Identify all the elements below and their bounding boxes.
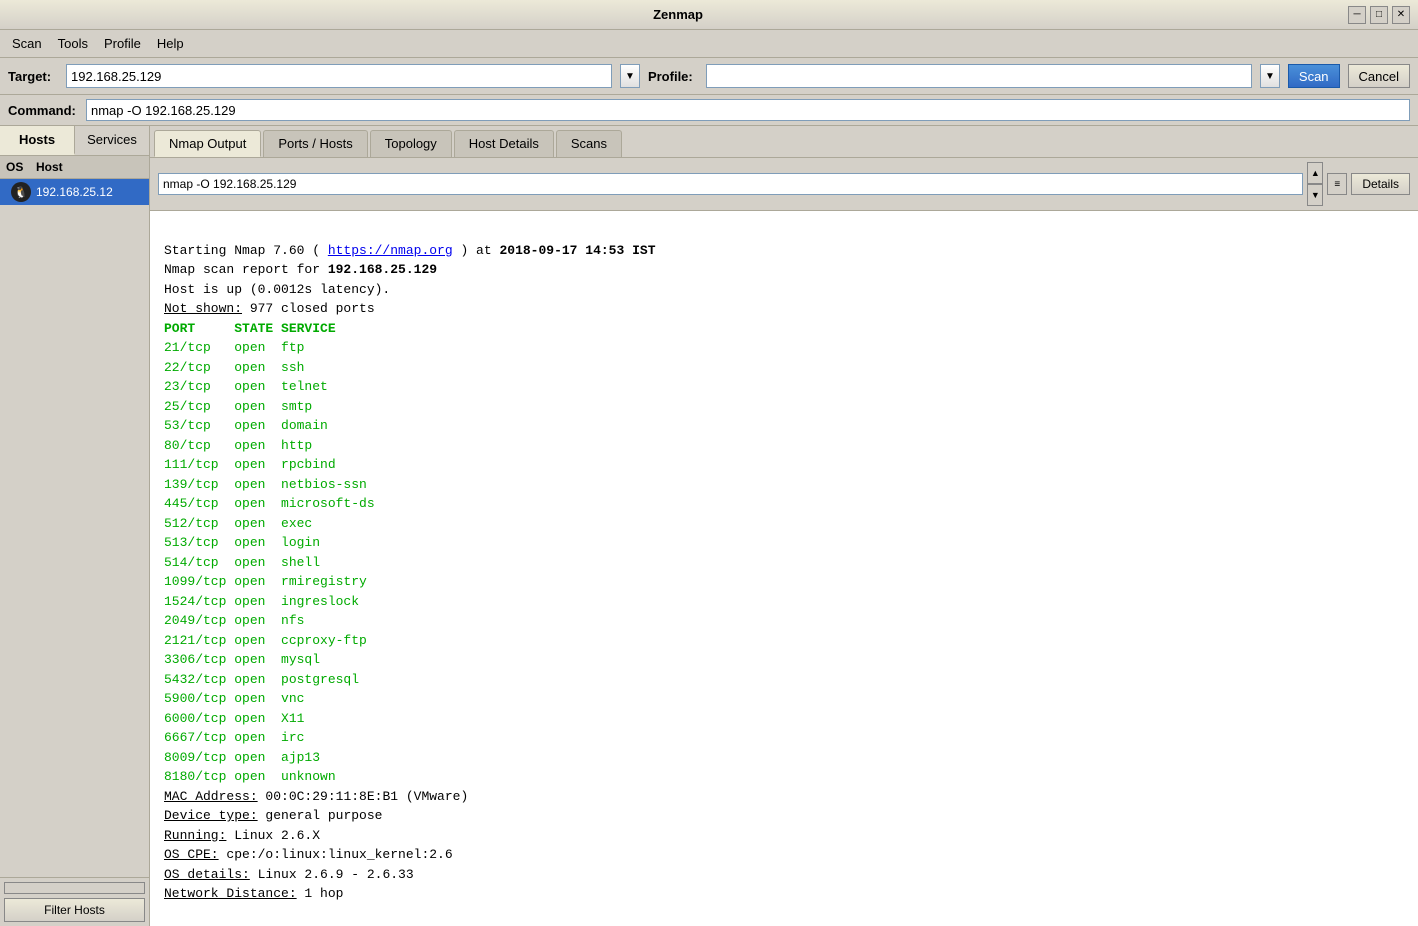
profile-label: Profile: [648, 69, 698, 84]
tab-services[interactable]: Services [75, 126, 149, 155]
spinner-down-button[interactable]: ▼ [1307, 184, 1323, 206]
menu-scan[interactable]: Scan [4, 33, 50, 54]
host-list-item[interactable]: 🐧 192.168.25.12 [0, 179, 149, 205]
command-input[interactable] [86, 99, 1410, 121]
target-label: Target: [8, 69, 58, 84]
right-panel: Nmap Output Ports / Hosts Topology Host … [150, 126, 1418, 926]
output-toolbar: ▲ ▼ ≡ Details [150, 158, 1418, 211]
minimize-button[interactable]: ─ [1348, 6, 1366, 24]
left-panel-bottom: Filter Hosts [0, 877, 149, 926]
close-button[interactable]: ✕ [1392, 6, 1410, 24]
menu-profile[interactable]: Profile [96, 33, 149, 54]
window-controls: ─ □ ✕ [1348, 6, 1410, 24]
menu-tools[interactable]: Tools [50, 33, 96, 54]
profile-input[interactable] [706, 64, 1252, 88]
tab-scans[interactable]: Scans [556, 130, 622, 157]
target-input[interactable] [66, 64, 612, 88]
tab-ports-hosts[interactable]: Ports / Hosts [263, 130, 367, 157]
main-layout: Hosts Services OS Host 🐧 192.168.25.12 F… [0, 126, 1418, 926]
details-button[interactable]: Details [1351, 173, 1410, 195]
tab-topology[interactable]: Topology [370, 130, 452, 157]
os-icon: 🐧 [11, 182, 31, 202]
profile-dropdown-button[interactable]: ▼ [1260, 64, 1280, 88]
cancel-button[interactable]: Cancel [1348, 64, 1410, 88]
tab-nmap-output[interactable]: Nmap Output [154, 130, 261, 157]
command-label: Command: [8, 103, 78, 118]
command-bar: Command: [0, 95, 1418, 126]
target-dropdown-button[interactable]: ▼ [620, 64, 640, 88]
output-menu-button[interactable]: ≡ [1327, 173, 1347, 195]
app-title: Zenmap [8, 7, 1348, 22]
filter-hosts-button[interactable]: Filter Hosts [4, 898, 145, 922]
host-list-header: OS Host [0, 156, 149, 179]
output-content: Starting Nmap 7.60 ( https://nmap.org ) … [150, 211, 1418, 926]
host-ip: 192.168.25.12 [36, 185, 113, 199]
right-tab-bar: Nmap Output Ports / Hosts Topology Host … [150, 126, 1418, 158]
output-cmd-input[interactable] [158, 173, 1303, 195]
titlebar: Zenmap ─ □ ✕ [0, 0, 1418, 30]
col-os-header: OS [6, 160, 36, 174]
scan-button[interactable]: Scan [1288, 64, 1340, 88]
maximize-button[interactable]: □ [1370, 6, 1388, 24]
horizontal-scrollbar[interactable] [4, 882, 145, 894]
spinner-up-button[interactable]: ▲ [1307, 162, 1323, 184]
menubar: Scan Tools Profile Help [0, 30, 1418, 58]
toolbar: Target: ▼ Profile: ▼ Scan Cancel [0, 58, 1418, 95]
col-host-header: Host [36, 160, 143, 174]
left-panel: Hosts Services OS Host 🐧 192.168.25.12 F… [0, 126, 150, 926]
left-tab-bar: Hosts Services [0, 126, 149, 156]
host-os-icon: 🐧 [6, 182, 36, 202]
menu-help[interactable]: Help [149, 33, 192, 54]
tab-host-details[interactable]: Host Details [454, 130, 554, 157]
tab-hosts[interactable]: Hosts [0, 126, 75, 155]
